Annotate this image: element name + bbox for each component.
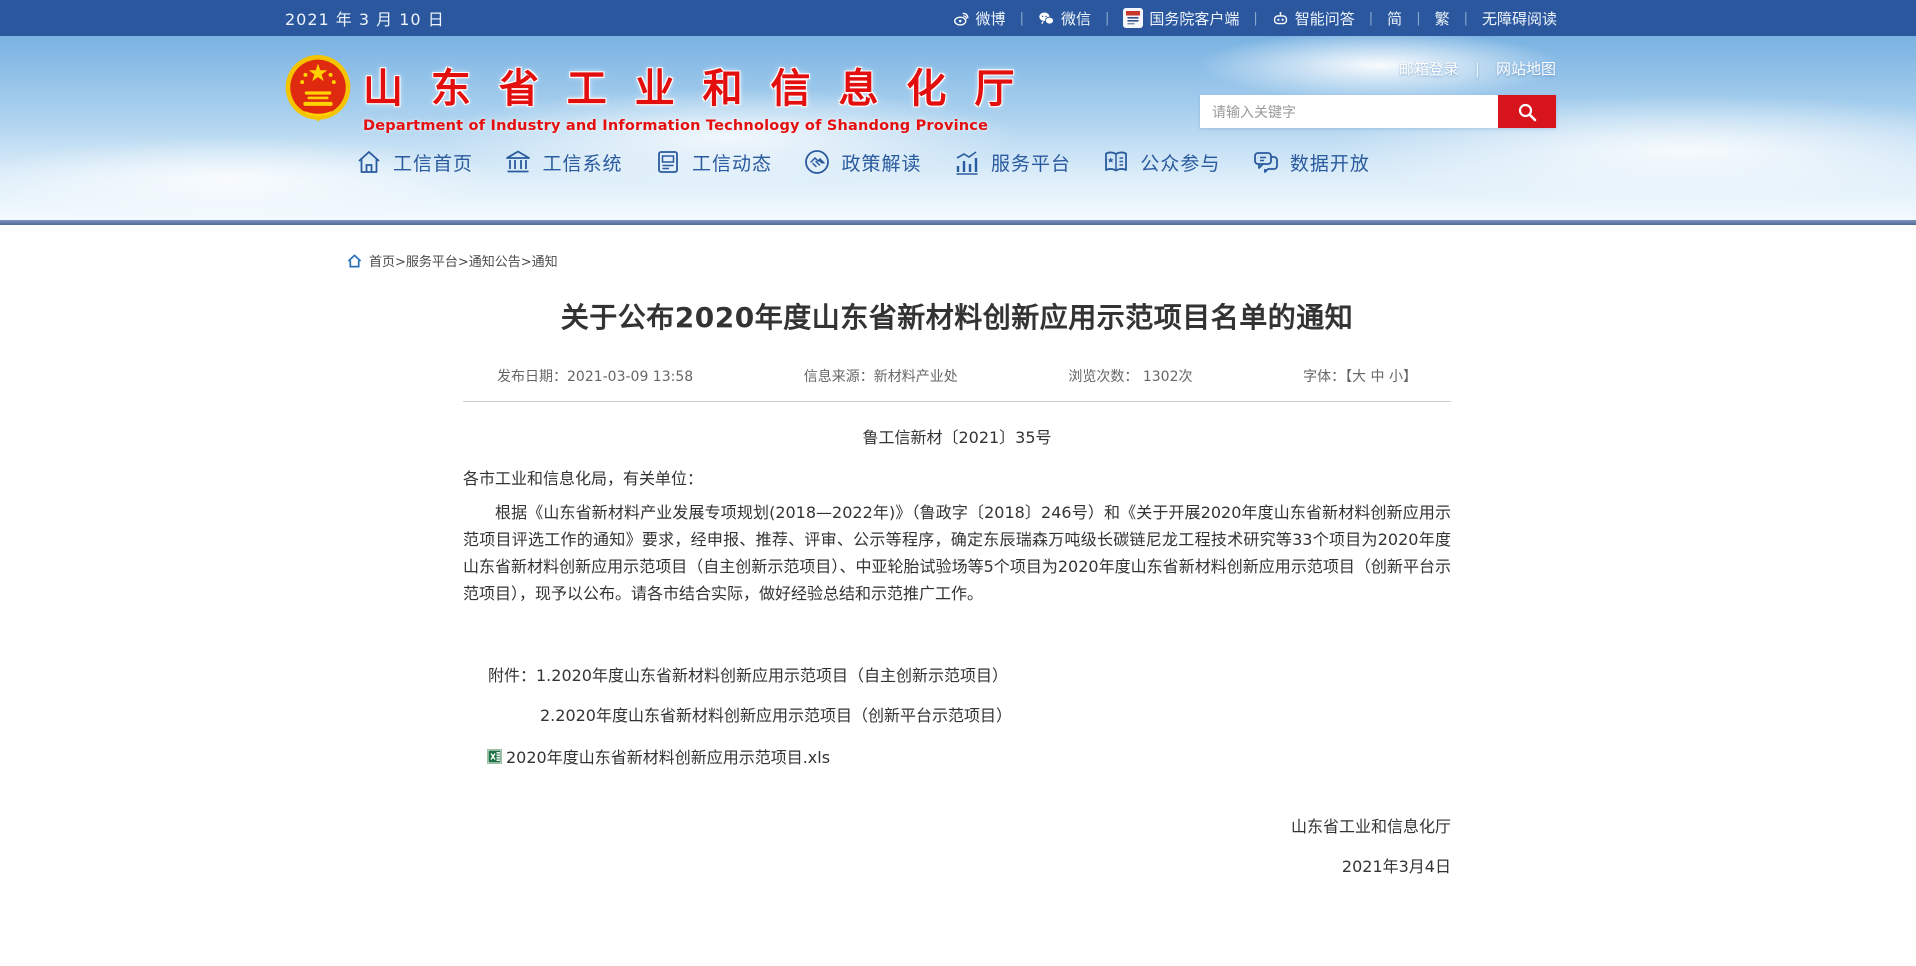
wechat-link[interactable]: 微信: [1038, 8, 1091, 29]
robot-icon: [1272, 10, 1289, 27]
breadcrumb-trail[interactable]: 首页>服务平台>通知公告>通知: [369, 251, 558, 270]
attachment-file-link[interactable]: 2020年度山东省新材料创新应用示范项目.xls: [506, 744, 830, 768]
mail-login-link[interactable]: 邮箱登录: [1399, 58, 1459, 79]
attachment-line-2: 2.2020年度山东省新材料创新应用示范项目（创新平台示范项目）: [463, 702, 1451, 726]
nav-item-participation[interactable]: 公众参与: [1102, 148, 1220, 176]
nav-label-participation: 公众参与: [1140, 149, 1220, 176]
font-size-label: 字体：: [1303, 369, 1345, 385]
weibo-link[interactable]: 微博: [953, 8, 1006, 29]
gov-client-icon: [1123, 8, 1143, 28]
nav-item-home[interactable]: 工信首页: [355, 148, 473, 176]
separator: |: [1020, 11, 1024, 26]
traditional-chinese-link[interactable]: 繁: [1435, 8, 1450, 29]
home-icon: [355, 148, 383, 176]
national-emblem-logo: [285, 52, 351, 128]
book-icon: [1102, 148, 1130, 176]
publish-date-label: 发布日期：: [497, 369, 567, 385]
gov-client-link[interactable]: 国务院客户端: [1123, 8, 1239, 29]
current-date: 2021 年 3 月 10 日: [285, 6, 445, 30]
nav-label-news: 工信系统: [542, 149, 622, 176]
chat-icon: [1252, 148, 1280, 176]
info-source-value: 新材料产业处: [874, 369, 958, 385]
attachment-line-1: 附件：1.2020年度山东省新材料创新应用示范项目（自主创新示范项目）: [463, 662, 1451, 686]
nav-item-dynamics[interactable]: 工信动态: [654, 148, 772, 176]
separator: |: [1105, 11, 1109, 26]
body-paragraph: 根据《山东省新材料产业发展专项规划(2018—2022年)》（鲁政字〔2018〕…: [463, 499, 1451, 607]
main-nav: 工信首页 工信系统 工信动态 政策解读: [355, 148, 1370, 176]
sitemap-link[interactable]: 网站地图: [1496, 58, 1556, 79]
top-bar-links: 微博 | 微信 | 国务院客户端 |: [953, 8, 1557, 29]
excel-file-icon: [487, 749, 502, 764]
view-count-label: 浏览次数：: [1068, 369, 1138, 385]
separator: |: [1253, 11, 1257, 26]
separator: |: [1464, 11, 1468, 26]
bracket-close: 】: [1403, 369, 1417, 385]
simplified-chinese-link[interactable]: 简: [1387, 8, 1402, 29]
view-count-value: 1302次: [1143, 369, 1193, 385]
header-quick-links: 邮箱登录 | 网站地图: [1399, 58, 1556, 79]
salutation: 各市工业和信息化局，有关单位：: [463, 465, 1451, 489]
font-size-large-button[interactable]: 大: [1352, 369, 1366, 385]
search-box: [1200, 95, 1556, 128]
signature-date: 2021年3月4日: [463, 853, 1451, 877]
site-subtitle: Department of Industry and Information T…: [363, 118, 1021, 134]
signature-block: 山东省工业和信息化厅 2021年3月4日: [463, 813, 1451, 877]
publish-date-value: 2021-03-09 13:58: [567, 369, 693, 385]
smart-qa-label: 智能问答: [1295, 8, 1355, 29]
separator: |: [1416, 11, 1420, 26]
article-meta-bar: 发布日期：2021-03-09 13:58 信息来源：新材料产业处 浏览次数： …: [463, 366, 1451, 402]
nav-item-data[interactable]: 数据开放: [1252, 148, 1370, 176]
breadcrumb: 首页>服务平台>通知公告>通知: [347, 251, 1916, 270]
document-number: 鲁工信新材〔2021〕35号: [463, 424, 1451, 448]
nav-label-data: 数据开放: [1290, 149, 1370, 176]
page-title: 关于公布2020年度山东省新材料创新应用示范项目名单的通知: [463, 296, 1451, 336]
smart-qa-link[interactable]: 智能问答: [1272, 8, 1355, 29]
header-right: 邮箱登录 | 网站地图: [1200, 52, 1556, 134]
weibo-icon: [953, 10, 970, 27]
chart-icon: [953, 148, 981, 176]
font-size-medium-button[interactable]: 中: [1371, 369, 1385, 385]
header-divider: [0, 220, 1916, 225]
nav-item-system[interactable]: 工信系统: [504, 148, 622, 176]
search-button[interactable]: [1498, 95, 1556, 128]
font-size-small-button[interactable]: 小: [1389, 369, 1403, 385]
article: 关于公布2020年度山东省新材料创新应用示范项目名单的通知 发布日期：2021-…: [463, 296, 1451, 877]
handshake-icon: [803, 148, 831, 176]
simplified-label: 简: [1387, 8, 1402, 29]
wechat-icon: [1038, 10, 1055, 27]
separator: |: [1475, 60, 1480, 78]
nav-item-policy[interactable]: 政策解读: [803, 148, 921, 176]
bank-icon: [504, 148, 532, 176]
nav-label-home: 工信首页: [393, 149, 473, 176]
signature-org: 山东省工业和信息化厅: [463, 813, 1451, 837]
traditional-label: 繁: [1435, 8, 1450, 29]
separator: |: [1369, 11, 1373, 26]
view-count: 浏览次数： 1302次: [1068, 366, 1192, 386]
weibo-label: 微博: [976, 8, 1006, 29]
nav-label-interpretation: 政策解读: [841, 149, 921, 176]
news-icon: [654, 148, 682, 176]
top-bar: 2021 年 3 月 10 日 微博 | 微信 |: [0, 0, 1916, 36]
home-icon: [347, 254, 362, 268]
search-icon: [1517, 102, 1537, 122]
search-input[interactable]: [1200, 95, 1498, 128]
wechat-label: 微信: [1061, 8, 1091, 29]
accessibility-label: 无障碍阅读: [1482, 8, 1557, 29]
publish-date: 发布日期：2021-03-09 13:58: [497, 366, 693, 386]
nav-label-service: 服务平台: [991, 149, 1071, 176]
nav-item-service[interactable]: 服务平台: [953, 148, 1071, 176]
font-size-control: 字体：【大 中 小】: [1303, 366, 1417, 386]
info-source: 信息来源：新材料产业处: [804, 366, 958, 386]
site-header: 山 东 省 工 业 和 信 息 化 厅 Department of Indust…: [0, 36, 1916, 220]
accessibility-link[interactable]: 无障碍阅读: [1482, 8, 1557, 29]
nav-label-policy: 工信动态: [692, 149, 772, 176]
attachment-file-row: 2020年度山东省新材料创新应用示范项目.xls: [463, 744, 1451, 768]
site-brand: 山 东 省 工 业 和 信 息 化 厅 Department of Indust…: [285, 52, 1021, 134]
gov-client-label: 国务院客户端: [1149, 8, 1239, 29]
info-source-label: 信息来源：: [804, 369, 874, 385]
site-title: 山 东 省 工 业 和 信 息 化 厅: [363, 56, 1021, 114]
brand-text: 山 东 省 工 业 和 信 息 化 厅 Department of Indust…: [363, 52, 1021, 134]
